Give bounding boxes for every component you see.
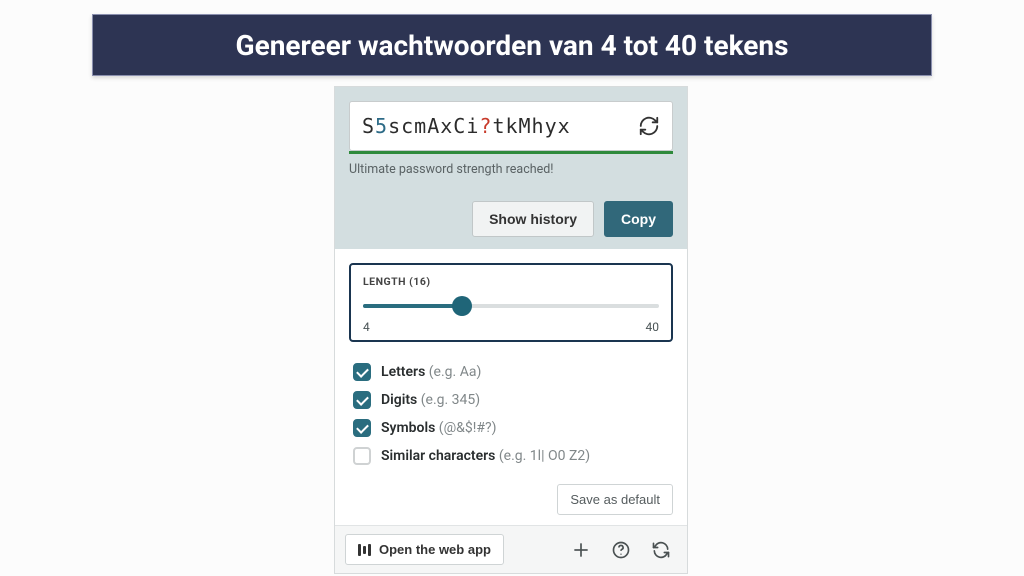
headline-text: Genereer wachtwoorden van 4 tot 40 teken…	[235, 29, 788, 62]
option-letters[interactable]: Letters (e.g. Aa)	[353, 358, 669, 386]
length-slider[interactable]	[363, 294, 659, 318]
slider-max: 40	[646, 320, 660, 334]
option-label: Letters (e.g. Aa)	[381, 364, 481, 380]
strength-text: Ultimate password strength reached!	[349, 162, 673, 177]
save-default-button[interactable]: Save as default	[557, 484, 673, 515]
strength-bar	[349, 151, 673, 154]
open-web-app-label: Open the web app	[379, 542, 491, 557]
help-icon[interactable]	[605, 534, 637, 566]
slider-range: 4 40	[363, 320, 659, 334]
action-row: Show history Copy	[349, 201, 673, 237]
headline-banner: Genereer wachtwoorden van 4 tot 40 teken…	[92, 14, 932, 76]
length-box: LENGTH (16) 4 40	[349, 263, 673, 342]
show-history-button[interactable]: Show history	[472, 201, 594, 237]
footer-bar: Open the web app	[335, 525, 687, 573]
password-area: S5scmAxCi?tkMhyx Ultimate password stren…	[335, 87, 687, 249]
option-label: Digits (e.g. 345)	[381, 392, 480, 408]
open-web-app-button[interactable]: Open the web app	[345, 534, 504, 565]
copy-button[interactable]: Copy	[604, 201, 673, 237]
sync-icon[interactable]	[645, 534, 677, 566]
logo-icon	[358, 544, 371, 556]
option-label: Symbols (@&$!#?)	[381, 420, 496, 436]
slider-thumb[interactable]	[452, 296, 472, 316]
length-label: LENGTH (16)	[363, 275, 659, 288]
options-list: Letters (e.g. Aa) Digits (e.g. 345) Symbol…	[335, 352, 687, 480]
option-label: Similar characters (e.g. 1l| O0 Z2)	[381, 448, 590, 464]
slider-min: 4	[363, 320, 370, 334]
option-symbols[interactable]: Symbols (@&$!#?)	[353, 414, 669, 442]
checkbox-similar[interactable]	[353, 447, 371, 465]
regenerate-icon[interactable]	[638, 115, 660, 137]
password-value: S5scmAxCi?tkMhyx	[362, 114, 638, 138]
checkbox-digits[interactable]	[353, 391, 371, 409]
generator-panel: S5scmAxCi?tkMhyx Ultimate password stren…	[334, 86, 688, 574]
checkbox-letters[interactable]	[353, 363, 371, 381]
add-icon[interactable]	[565, 534, 597, 566]
option-digits[interactable]: Digits (e.g. 345)	[353, 386, 669, 414]
option-similar[interactable]: Similar characters (e.g. 1l| O0 Z2)	[353, 442, 669, 470]
password-field: S5scmAxCi?tkMhyx	[349, 101, 673, 151]
checkbox-symbols[interactable]	[353, 419, 371, 437]
